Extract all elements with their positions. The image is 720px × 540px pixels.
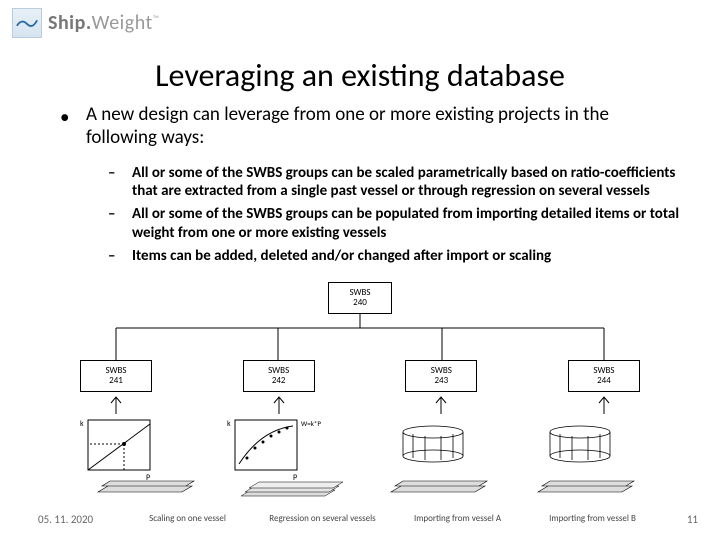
box-label: 243	[406, 376, 476, 386]
logo-word2: Weight	[92, 11, 153, 35]
slide: Ship.Weight™ Leveraging an existing data…	[0, 0, 720, 540]
diagram-mid-box: SWBS 243	[405, 360, 477, 392]
diagram: SWBS 240 SWBS 241 SWBS 242 SWBS 243 SWBS	[80, 282, 640, 504]
sub-text: All or some of the SWBS groups can be sc…	[132, 164, 680, 202]
box-label: 244	[569, 376, 639, 386]
bullet-text: A new design can leverage from one or mo…	[86, 104, 680, 150]
caption: Scaling on one vessel	[120, 513, 255, 524]
diagram-captions: Scaling on one vessel Regression on seve…	[120, 513, 660, 524]
import-vessel-b-icon	[520, 414, 640, 504]
axis-label: P	[293, 473, 297, 483]
axis-label: k	[227, 419, 231, 429]
logo: Ship.Weight™	[12, 8, 160, 38]
logo-text: Ship.Weight™	[48, 11, 160, 35]
dash-icon: –	[108, 205, 120, 243]
arrow-up-icon	[243, 394, 315, 414]
dash-icon: –	[108, 164, 120, 202]
content: • A new design can leverage from one or …	[60, 104, 680, 269]
box-label: 241	[81, 376, 151, 386]
caption: Importing from vessel A	[390, 513, 525, 524]
box-label: 242	[244, 376, 314, 386]
logo-mark-icon	[12, 8, 42, 38]
graph-cell: W=k*P k P	[227, 414, 347, 504]
logo-tm: ™	[153, 13, 160, 24]
sub-bullet: – All or some of the SWBS groups can be …	[108, 164, 680, 202]
diagram-mid-box: SWBS 242	[243, 360, 315, 392]
bullet-dot-icon: •	[60, 104, 68, 150]
regression-graph-icon: W=k*P k P	[227, 414, 347, 504]
sub-bullet: – All or some of the SWBS groups can be …	[108, 205, 680, 243]
dash-icon: –	[108, 247, 120, 266]
axis-label: k	[80, 419, 84, 429]
box-label: 240	[329, 298, 391, 308]
caption: Regression on several vessels	[255, 513, 390, 524]
sub-bullets: – All or some of the SWBS groups can be …	[108, 164, 680, 266]
bullet-level1: • A new design can leverage from one or …	[60, 104, 680, 150]
axis-label: W=k*P	[301, 419, 321, 428]
logo-word1: Ship.	[48, 11, 92, 35]
sub-text: All or some of the SWBS groups can be po…	[132, 205, 680, 243]
arrow-up-icon	[405, 394, 477, 414]
diagram-mid-row: SWBS 241 SWBS 242 SWBS 243 SWBS 244	[80, 360, 640, 392]
diagram-top-box: SWBS 240	[328, 282, 392, 314]
diagram-connector	[80, 314, 640, 360]
caption: Importing from vessel B	[525, 513, 660, 524]
diagram-arrow-row	[80, 394, 640, 414]
slide-title: Leveraging an existing database	[0, 56, 720, 95]
diagram-mid-box: SWBS 241	[80, 360, 152, 392]
footer-page-number: 11	[687, 513, 698, 526]
diagram-mid-box: SWBS 244	[568, 360, 640, 392]
graph-cell	[520, 414, 640, 504]
arrow-up-icon	[80, 394, 152, 414]
import-vessel-a-icon	[373, 414, 493, 504]
sub-bullet: – Items can be added, deleted and/or cha…	[108, 247, 680, 266]
scaling-graph-icon: k P	[80, 414, 200, 504]
sub-text: Items can be added, deleted and/or chang…	[132, 247, 551, 266]
arrow-up-icon	[568, 394, 640, 414]
footer-date: 05. 11. 2020	[38, 513, 93, 526]
graph-cell	[373, 414, 493, 504]
diagram-graph-row: k P W=k*P k P	[80, 414, 640, 504]
graph-cell: k P	[80, 414, 200, 504]
